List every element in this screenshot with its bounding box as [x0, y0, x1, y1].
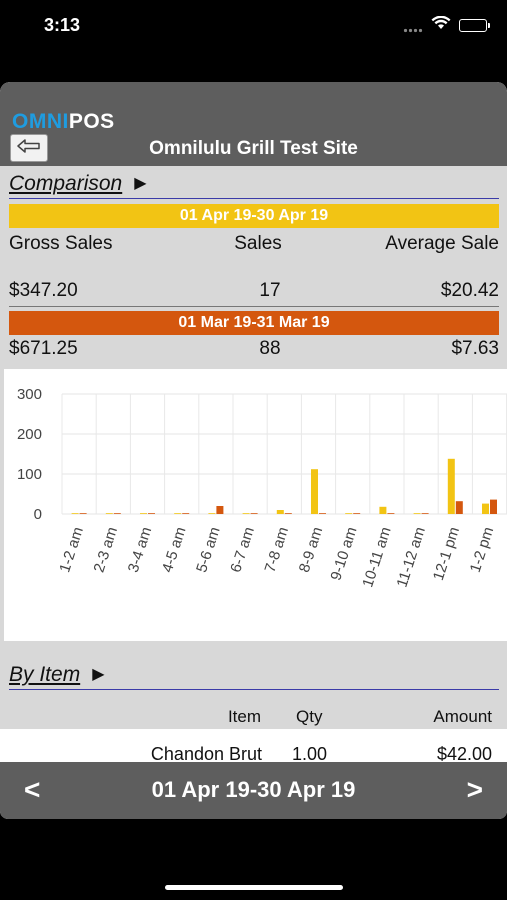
chart-bar	[148, 513, 155, 514]
x-tick-label: 10-11 am	[359, 525, 394, 589]
app-header: OMNIPOS Omnilulu Grill Test Site	[0, 82, 507, 166]
item-amount: $42.00	[436, 744, 492, 764]
comparison-heading-label: Comparison	[9, 172, 123, 195]
battery-charging-icon	[459, 19, 490, 32]
cellular-signal-icon	[403, 20, 423, 32]
x-tick-label: 9-10 am	[327, 525, 360, 583]
status-time: 3:13	[44, 15, 81, 35]
logo-omni: OMNI	[12, 110, 69, 133]
chart-bar	[250, 513, 258, 514]
chart-bar	[71, 513, 79, 514]
item-column-header: Item	[227, 707, 261, 726]
y-tick-label: 300	[17, 386, 42, 403]
x-tick-label: 7-8 am	[262, 525, 293, 575]
logo-pos: POS	[68, 110, 115, 133]
x-tick-label: 5-6 am	[193, 525, 224, 575]
item-qty: 1.00	[292, 744, 328, 764]
site-title: Omnilulu Grill Test Site	[149, 138, 358, 159]
chart-bar	[311, 469, 318, 514]
chart-bar	[447, 458, 455, 514]
gross-sales-header: Gross Sales	[9, 233, 113, 254]
x-tick-label: 2-3 am	[91, 525, 122, 575]
by-item-heading[interactable]: By Item ▶	[9, 663, 499, 690]
x-tick-label: 6-7 am	[227, 525, 258, 575]
next-period-button[interactable]: >	[467, 774, 483, 806]
previous-average-sale: $7.63	[451, 338, 499, 359]
hourly-sales-chart: 0 100 200 300 1-2 am 2-3 am 3-4 am 4-5 am 5-6 am…	[4, 369, 507, 641]
home-indicator[interactable]	[165, 885, 343, 890]
chart-bar	[284, 513, 292, 514]
chart-bar	[208, 513, 216, 514]
status-icons	[403, 15, 490, 35]
previous-period-band: 01 Mar 19-31 Mar 19	[9, 311, 499, 335]
expand-arrow-icon: ▶	[134, 175, 147, 192]
by-item-heading-label: By Item	[9, 663, 81, 686]
wifi-icon	[431, 15, 451, 35]
item-name: Chandon Brut	[150, 744, 262, 764]
x-tick-label: 11-12 am	[393, 525, 428, 589]
divider	[9, 306, 499, 307]
x-tick-label: 12-1 pm	[430, 525, 463, 583]
chart-bar	[216, 506, 224, 514]
chart-bar	[319, 513, 326, 514]
current-sales-count: 17	[259, 280, 281, 301]
by-item-table-header: Item Qty Amount	[0, 701, 507, 729]
current-gross-sales: $347.20	[9, 280, 78, 301]
chart-bar	[455, 501, 463, 514]
comparison-heading[interactable]: Comparison ▶	[9, 172, 499, 199]
amount-column-header: Amount	[433, 707, 492, 726]
chart-bar	[490, 499, 497, 514]
chart-bar	[387, 513, 395, 514]
chart-bar	[276, 510, 284, 514]
chart-bar	[174, 513, 182, 514]
expand-arrow-icon: ▶	[92, 666, 105, 683]
chart-bar	[345, 513, 353, 514]
y-tick-label: 100	[17, 466, 42, 483]
date-range-footer: < 01 Apr 19-30 Apr 19 >	[0, 762, 507, 819]
footer-date-range: 01 Apr 19-30 Apr 19	[151, 777, 356, 802]
x-tick-label: 4-5 am	[159, 525, 190, 575]
chart-bar	[482, 503, 489, 514]
current-average-sale: $20.42	[440, 280, 499, 301]
y-tick-label: 200	[17, 426, 42, 443]
chart-bar	[79, 513, 87, 514]
x-tick-label: 8-9 am	[296, 525, 327, 575]
chart-bar	[413, 513, 421, 514]
table-row[interactable]: Chandon Brut 1.00 $42.00	[0, 729, 507, 764]
qty-column-header: Qty	[296, 707, 323, 726]
x-tick-label: 3-4 am	[125, 525, 156, 575]
y-tick-label: 0	[34, 506, 42, 523]
chart-bar	[140, 513, 147, 514]
previous-gross-sales: $671.25	[9, 338, 78, 359]
chart-bar	[105, 513, 113, 514]
status-bar: 3:13	[0, 0, 507, 52]
chart-bar	[182, 513, 190, 514]
chart-bar	[353, 513, 361, 514]
chart-bar	[242, 513, 250, 514]
x-tick-label: 1-2 pm	[467, 525, 498, 575]
hourly-sales-chart-svg: 0 100 200 300 1-2 am 2-3 am 3-4 am 4-5 am 5-6 am…	[17, 386, 507, 589]
chart-bar	[379, 506, 387, 514]
app-window: OMNIPOS Omnilulu Grill Test Site Compari…	[0, 82, 507, 819]
x-tick-label: 1-2 am	[56, 525, 87, 575]
chart-bar	[113, 513, 121, 514]
current-period-band: 01 Apr 19-30 Apr 19	[9, 204, 499, 228]
omnipos-logo: OMNIPOS	[12, 110, 115, 134]
chart-bar	[421, 513, 429, 514]
previous-sales-count: 88	[259, 338, 281, 359]
average-sale-header: Average Sale	[385, 233, 499, 254]
